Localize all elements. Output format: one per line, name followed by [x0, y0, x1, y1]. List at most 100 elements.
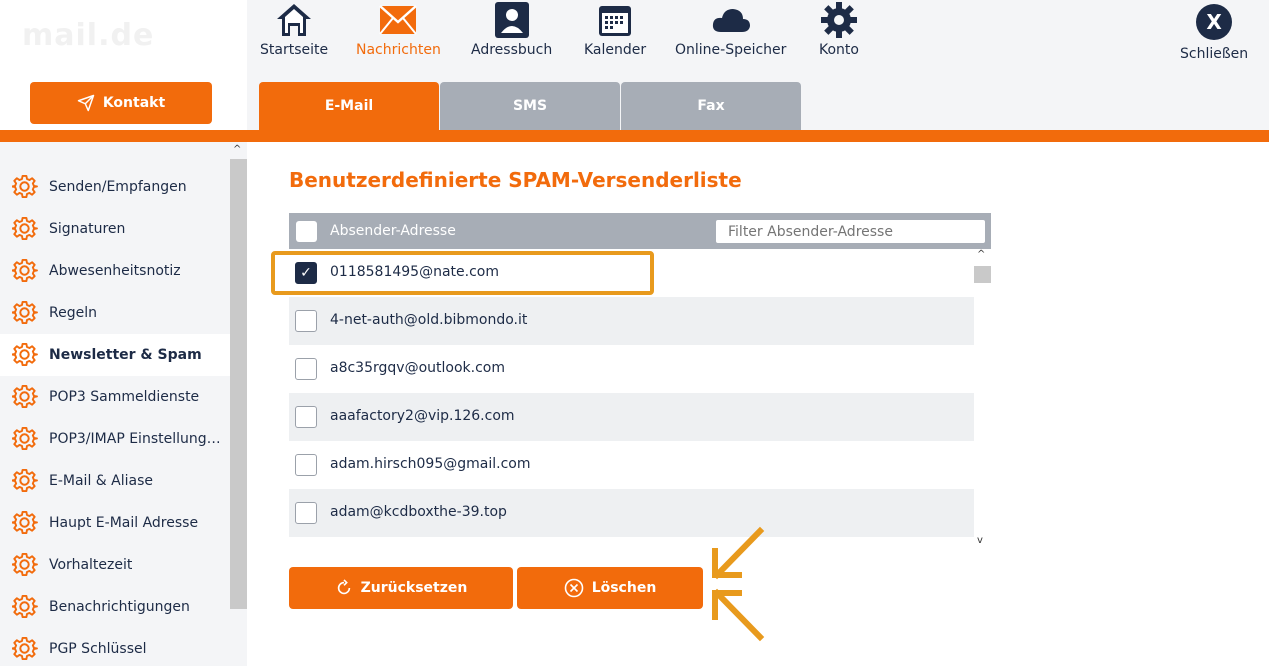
envelope-icon [378, 0, 418, 40]
sidebar-item-signaturen[interactable]: Signaturen [0, 208, 230, 250]
sidebar-item-label: POP3/IMAP Einstellungen [49, 431, 224, 447]
nav-label: Startseite [260, 42, 329, 58]
home-icon [274, 0, 314, 40]
table-row[interactable]: 4-net-auth@old.bibmondo.it [289, 297, 974, 345]
app-root: mail.de Kontakt Startseite Nachrichten A… [0, 0, 1269, 666]
refresh-icon [337, 579, 350, 595]
kontakt-button[interactable]: Kontakt [30, 82, 212, 124]
table-row[interactable]: adam.hirsch095@gmail.com [289, 441, 974, 489]
gear-icon [12, 552, 38, 577]
table-row[interactable]: aaafactory2@vip.126.com [289, 393, 974, 441]
logo[interactable]: mail.de [22, 18, 202, 68]
nav-label: Online-Speicher [675, 42, 787, 58]
gear-icon [12, 510, 38, 535]
nav-label: Nachrichten [356, 42, 441, 58]
close-button[interactable]: X Schließen [1180, 4, 1248, 62]
sidebar-item-label: Newsletter & Spam [49, 347, 202, 363]
nav-startseite[interactable]: Startseite [260, 0, 328, 58]
gear-icon [12, 468, 38, 493]
sidebar-item-label: Regeln [49, 305, 97, 321]
sidebar-item-label: Benachrichtigungen [49, 599, 190, 615]
scroll-up-icon[interactable]: ^ [233, 144, 241, 155]
sidebar-item-regeln[interactable]: Regeln [0, 292, 230, 334]
row-checkbox[interactable] [295, 454, 317, 476]
sidebar-item-label: POP3 Sammeldienste [49, 389, 200, 405]
sender-address: adam@kcdboxthe-39.top [330, 504, 507, 520]
gear-icon [12, 342, 38, 367]
filter-sender-input[interactable] [716, 220, 985, 243]
paper-plane-icon [77, 94, 95, 112]
nav-label: Konto [819, 42, 859, 58]
tab-label: E-Mail [324, 98, 374, 114]
scroll-up-icon[interactable]: ^ [977, 249, 985, 260]
table-scrollbar[interactable]: ^ v [974, 249, 991, 549]
column-header-sender: Absender-Adresse [330, 223, 456, 239]
sidebar-item-email-aliase[interactable]: E-Mail & Aliase [0, 460, 230, 502]
gear-icon [12, 258, 38, 283]
row-checkbox[interactable] [295, 358, 317, 380]
tab-label: Fax [697, 98, 725, 114]
settings-sidebar: Senden/Empfangen Signaturen Abwesenheits… [0, 142, 247, 666]
nav-online-speicher[interactable]: Online-Speicher [675, 0, 786, 58]
scroll-down-icon[interactable]: v [977, 535, 983, 546]
sidebar-item-label: Senden/Empfangen [49, 179, 187, 195]
gear-icon [12, 216, 38, 241]
sidebar-item-newsletter-spam[interactable]: Newsletter & Spam [0, 334, 230, 376]
select-all-checkbox[interactable] [296, 221, 317, 242]
table-row[interactable]: adam@kcdboxthe-39.top [289, 489, 974, 537]
gear-icon [12, 594, 38, 619]
sidebar-item-label: Abwesenheitsnotiz [49, 263, 181, 279]
sidebar-item-abwesenheitsnotiz[interactable]: Abwesenheitsnotiz [0, 250, 230, 292]
delete-button[interactable]: Löschen [517, 567, 703, 609]
scrollbar-thumb[interactable] [974, 266, 991, 283]
sidebar-item-haupt-email[interactable]: Haupt E-Mail Adresse [0, 502, 230, 544]
nav-nachrichten[interactable]: Nachrichten [356, 0, 441, 58]
nav-label: Adressbuch [471, 42, 553, 58]
sidebar-item-benachrichtigungen[interactable]: Benachrichtigungen [0, 586, 230, 628]
row-checkbox[interactable] [295, 502, 317, 524]
cloud-icon [711, 0, 751, 40]
nav-kalender[interactable]: Kalender [584, 0, 646, 58]
sidebar-item-label: Haupt E-Mail Adresse [49, 515, 199, 531]
nav-konto[interactable]: Konto [819, 0, 859, 58]
calendar-icon [595, 0, 635, 40]
row-checkbox[interactable] [295, 406, 317, 428]
sender-address: adam.hirsch095@gmail.com [330, 456, 531, 472]
tab-sms[interactable]: SMS [440, 82, 620, 130]
sidebar-item-senden-empfangen[interactable]: Senden/Empfangen [0, 166, 230, 208]
row-checkbox[interactable] [295, 310, 317, 332]
kontakt-label: Kontakt [102, 95, 166, 111]
annotation-arrows [712, 526, 765, 642]
tab-underline-bar [0, 130, 1269, 142]
reset-button[interactable]: Zurücksetzen [289, 567, 513, 609]
sidebar-item-pgp-schluessel[interactable]: PGP Schlüssel [0, 628, 230, 666]
gear-icon [12, 636, 38, 661]
gear-icon [12, 300, 38, 325]
close-icon: X [1196, 4, 1233, 40]
gear-icon [12, 426, 38, 451]
gear-icon [12, 384, 38, 409]
gear-icon [12, 174, 38, 199]
table-row[interactable]: a8c35rgqv@outlook.com [289, 345, 974, 393]
nav-adressbuch[interactable]: Adressbuch [471, 0, 552, 58]
sidebar-item-pop3-imap[interactable]: POP3/IMAP Einstellungen [0, 418, 230, 460]
contact-card-icon [492, 0, 532, 40]
sidebar-item-vorhaltezeit[interactable]: Vorhaltezeit [0, 544, 230, 586]
sender-address: 4-net-auth@old.bibmondo.it [330, 312, 528, 328]
sidebar-item-pop3-sammeldienste[interactable]: POP3 Sammeldienste [0, 376, 230, 418]
sidebar-item-label: Vorhaltezeit [49, 557, 133, 573]
scrollbar-thumb[interactable] [230, 159, 247, 609]
page-title: Benutzerdefinierte SPAM-Versenderliste [289, 168, 742, 192]
tab-email[interactable]: E-Mail [259, 82, 439, 130]
close-label: Schließen [1180, 46, 1249, 62]
sidebar-scrollbar[interactable]: ^ [230, 142, 247, 666]
nav-label: Kalender [584, 42, 647, 58]
sidebar-item-label: Signaturen [49, 221, 126, 237]
delete-label: Löschen [591, 580, 657, 596]
sidebar-item-label: PGP Schlüssel [49, 641, 147, 657]
tab-fax[interactable]: Fax [621, 82, 801, 130]
x-circle-icon [564, 578, 583, 598]
annotation-highlight-box [271, 251, 654, 295]
top-header: mail.de Kontakt Startseite Nachrichten A… [0, 0, 1269, 130]
sender-address: aaafactory2@vip.126.com [330, 408, 515, 424]
